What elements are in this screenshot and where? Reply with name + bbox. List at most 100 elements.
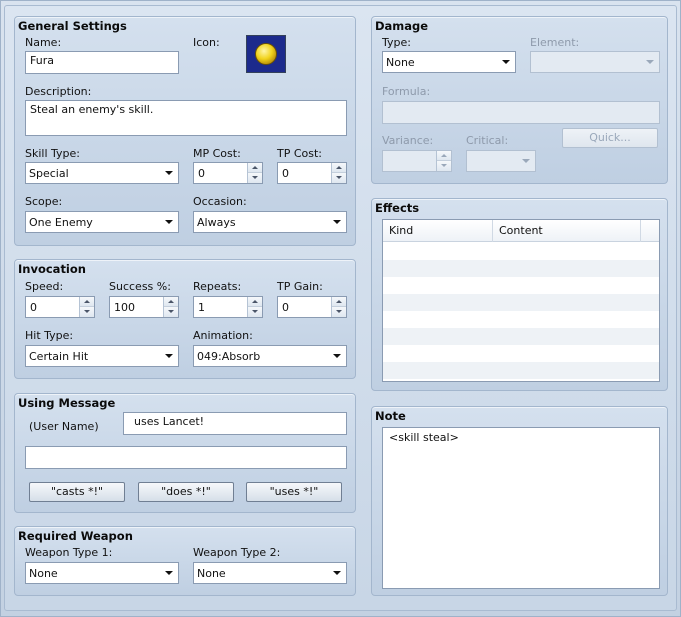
mp-cost-stepper[interactable]: 0 [193,162,263,184]
effects-table[interactable]: Kind Content [382,219,660,382]
description-label: Description: [25,85,92,98]
scope-label: Scope: [25,195,63,208]
spin-up-icon[interactable] [437,151,451,161]
spin-up-icon[interactable] [332,163,346,173]
icon-selector[interactable] [246,35,286,73]
table-row[interactable] [383,294,659,311]
weapon-type2-value: None [197,567,226,580]
scope-dropdown[interactable]: One Enemy [25,211,179,233]
name-input[interactable]: Fura [25,51,179,74]
mp-cost-label: MP Cost: [193,147,241,160]
column-header-content[interactable]: Content [493,220,641,242]
invocation-title: Invocation [18,262,86,276]
note-textarea[interactable]: <skill steal> [382,427,660,589]
chevron-down-icon [333,571,341,575]
occasion-dropdown[interactable]: Always [193,211,347,233]
tp-cost-value: 0 [282,167,289,180]
hit-type-dropdown[interactable]: Certain Hit [25,345,179,367]
formula-input[interactable] [382,101,660,124]
chevron-down-icon [502,60,510,64]
tp-cost-stepper[interactable]: 0 [277,162,347,184]
success-value: 100 [114,301,135,314]
chevron-down-icon [522,159,530,163]
repeats-stepper[interactable]: 1 [193,296,263,318]
weapon-type2-label: Weapon Type 2: [193,546,281,559]
gold-coin-icon [255,43,277,65]
table-row[interactable] [383,243,659,260]
speed-stepper[interactable]: 0 [25,296,95,318]
animation-dropdown[interactable]: 049:Absorb [193,345,347,367]
skill-editor-window: General Settings Name: Fura Icon: Descri… [0,0,681,617]
table-row[interactable] [383,362,659,379]
note-panel: Note <skill steal> [371,406,668,596]
variance-label: Variance: [382,134,434,147]
weapon-type1-label: Weapon Type 1: [25,546,113,559]
skill-type-value: Special [29,167,69,180]
damage-panel: Damage Type: None Element: Formula: Vari… [371,16,668,184]
description-input[interactable]: Steal an enemy's skill. [25,100,347,136]
hit-type-value: Certain Hit [29,350,89,363]
using-message-panel: Using Message (User Name) uses Lancet! "… [14,393,356,513]
general-settings-title: General Settings [18,19,127,33]
spin-down-icon[interactable] [437,161,451,171]
table-row[interactable] [383,277,659,294]
tp-gain-stepper[interactable]: 0 [277,296,347,318]
success-label: Success %: [109,280,171,293]
element-dropdown[interactable] [530,51,660,73]
spin-down-icon[interactable] [164,307,178,317]
scope-value: One Enemy [29,216,93,229]
animation-value: 049:Absorb [197,350,261,363]
casts-button[interactable]: "casts *!" [29,482,125,502]
success-stepper[interactable]: 100 [109,296,179,318]
table-row[interactable] [383,345,659,362]
user-name-label: (User Name) [29,420,99,433]
tp-gain-label: TP Gain: [277,280,323,293]
note-title: Note [375,409,406,423]
tp-cost-label: TP Cost: [277,147,323,160]
using-message-title: Using Message [18,396,116,410]
required-weapon-title: Required Weapon [18,529,133,543]
mp-cost-value: 0 [198,167,205,180]
chevron-down-icon [333,220,341,224]
spin-down-icon[interactable] [332,307,346,317]
table-row[interactable] [383,311,659,328]
formula-label: Formula: [382,85,431,98]
effects-title: Effects [375,201,420,215]
general-settings-panel: General Settings Name: Fura Icon: Descri… [14,16,356,246]
table-row[interactable] [383,260,659,277]
spin-down-icon[interactable] [80,307,94,317]
damage-type-value: None [386,56,415,69]
column-header-kind[interactable]: Kind [383,220,493,242]
invocation-panel: Invocation Speed: 0 Success %: 100 Repea… [14,259,356,379]
message-line1-input[interactable]: uses Lancet! [123,412,347,435]
effects-table-header: Kind Content [383,220,659,242]
damage-title: Damage [375,19,429,33]
variance-stepper[interactable] [382,150,452,172]
spin-up-icon[interactable] [164,297,178,307]
quick-button[interactable]: Quick... [562,128,658,148]
spin-up-icon[interactable] [80,297,94,307]
damage-type-dropdown[interactable]: None [382,51,516,73]
uses-button[interactable]: "uses *!" [246,482,342,502]
weapon-type2-dropdown[interactable]: None [193,562,347,584]
repeats-label: Repeats: [193,280,242,293]
spin-down-icon[interactable] [248,307,262,317]
spin-down-icon[interactable] [248,173,262,183]
spin-up-icon[interactable] [332,297,346,307]
speed-label: Speed: [25,280,64,293]
does-button[interactable]: "does *!" [138,482,234,502]
spin-up-icon[interactable] [248,163,262,173]
spin-up-icon[interactable] [248,297,262,307]
weapon-type1-dropdown[interactable]: None [25,562,179,584]
repeats-value: 1 [198,301,205,314]
critical-label: Critical: [466,134,509,147]
table-row[interactable] [383,328,659,345]
tp-gain-value: 0 [282,301,289,314]
chevron-down-icon [165,571,173,575]
chevron-down-icon [165,220,173,224]
skill-type-dropdown[interactable]: Special [25,162,179,184]
icon-label: Icon: [193,36,220,49]
message-line2-input[interactable] [25,446,347,469]
critical-dropdown[interactable] [466,150,536,172]
spin-down-icon[interactable] [332,173,346,183]
